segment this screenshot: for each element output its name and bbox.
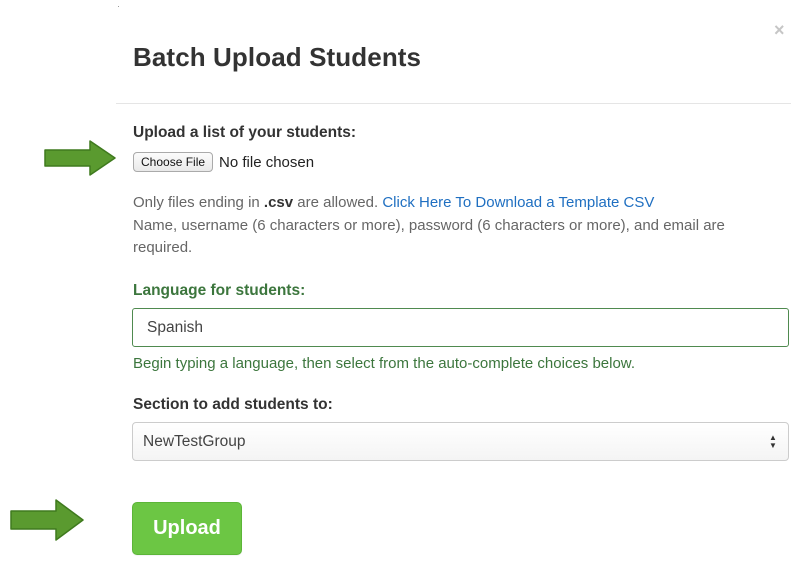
stray-dot <box>118 6 119 7</box>
download-template-link[interactable]: Click Here To Download a Template CSV <box>382 194 654 211</box>
requirements-text: Name, username (6 characters or more), p… <box>133 217 725 256</box>
language-label: Language for students: <box>133 282 306 299</box>
header-divider <box>116 103 791 104</box>
modal-title: Batch Upload Students <box>133 42 422 72</box>
upload-button[interactable]: Upload <box>132 502 242 555</box>
section-selected-value: NewTestGroup <box>143 432 246 450</box>
file-extension: .csv <box>263 194 294 211</box>
select-arrows-icon: ▲ ▼ <box>769 432 777 450</box>
file-help-mid: are allowed. <box>293 194 383 211</box>
file-status: No file chosen <box>219 153 315 171</box>
right-arrow-icon <box>44 140 116 176</box>
section-label: Section to add students to: <box>133 396 333 413</box>
file-help-prefix: Only files ending in <box>133 194 264 211</box>
right-arrow-icon <box>10 499 84 541</box>
language-input[interactable] <box>132 308 789 347</box>
upload-list-label: Upload a list of your students: <box>133 124 357 141</box>
file-help-text: Only files ending in .csv are allowed. C… <box>133 192 654 214</box>
section-select[interactable]: NewTestGroup ▲ ▼ <box>132 422 789 461</box>
file-input[interactable]: Choose File No file chosen <box>133 151 314 173</box>
close-icon[interactable]: × <box>774 20 785 40</box>
choose-file-button[interactable]: Choose File <box>133 152 214 172</box>
language-help-text: Begin typing a language, then select fro… <box>133 355 635 372</box>
